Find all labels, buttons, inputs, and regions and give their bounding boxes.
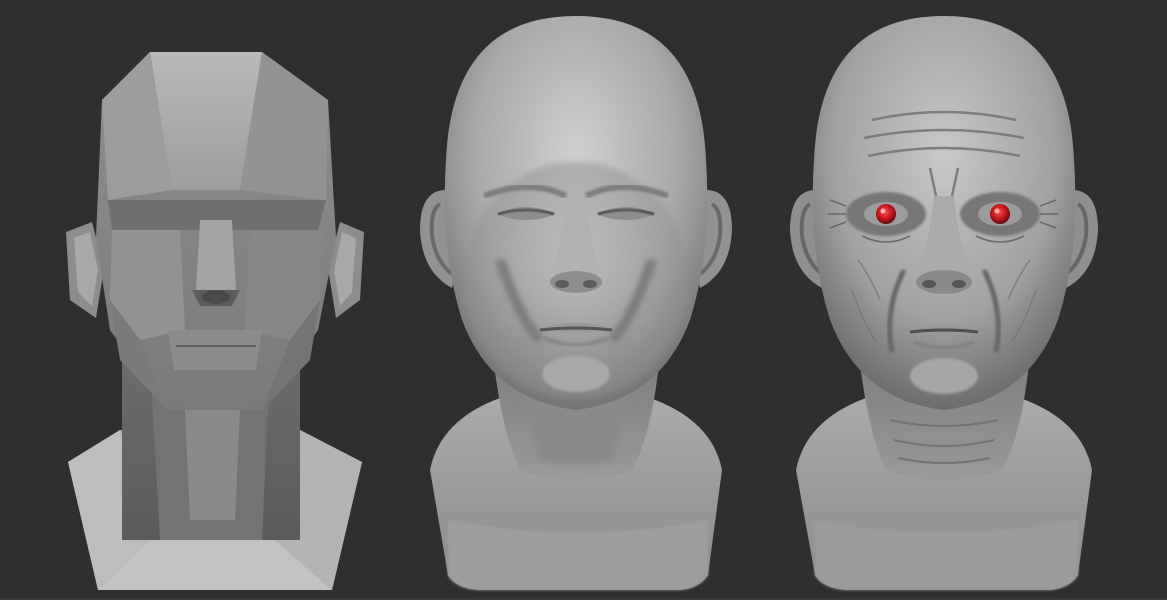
blockout-head: [66, 52, 364, 590]
smooth-head: [420, 16, 732, 590]
sculpt-canvas: [66, 16, 1098, 590]
sculpt-comparison-image: [0, 0, 1167, 600]
detailed-head: [790, 16, 1098, 590]
left-red-eye: [876, 204, 896, 224]
right-red-eye: [990, 204, 1010, 224]
